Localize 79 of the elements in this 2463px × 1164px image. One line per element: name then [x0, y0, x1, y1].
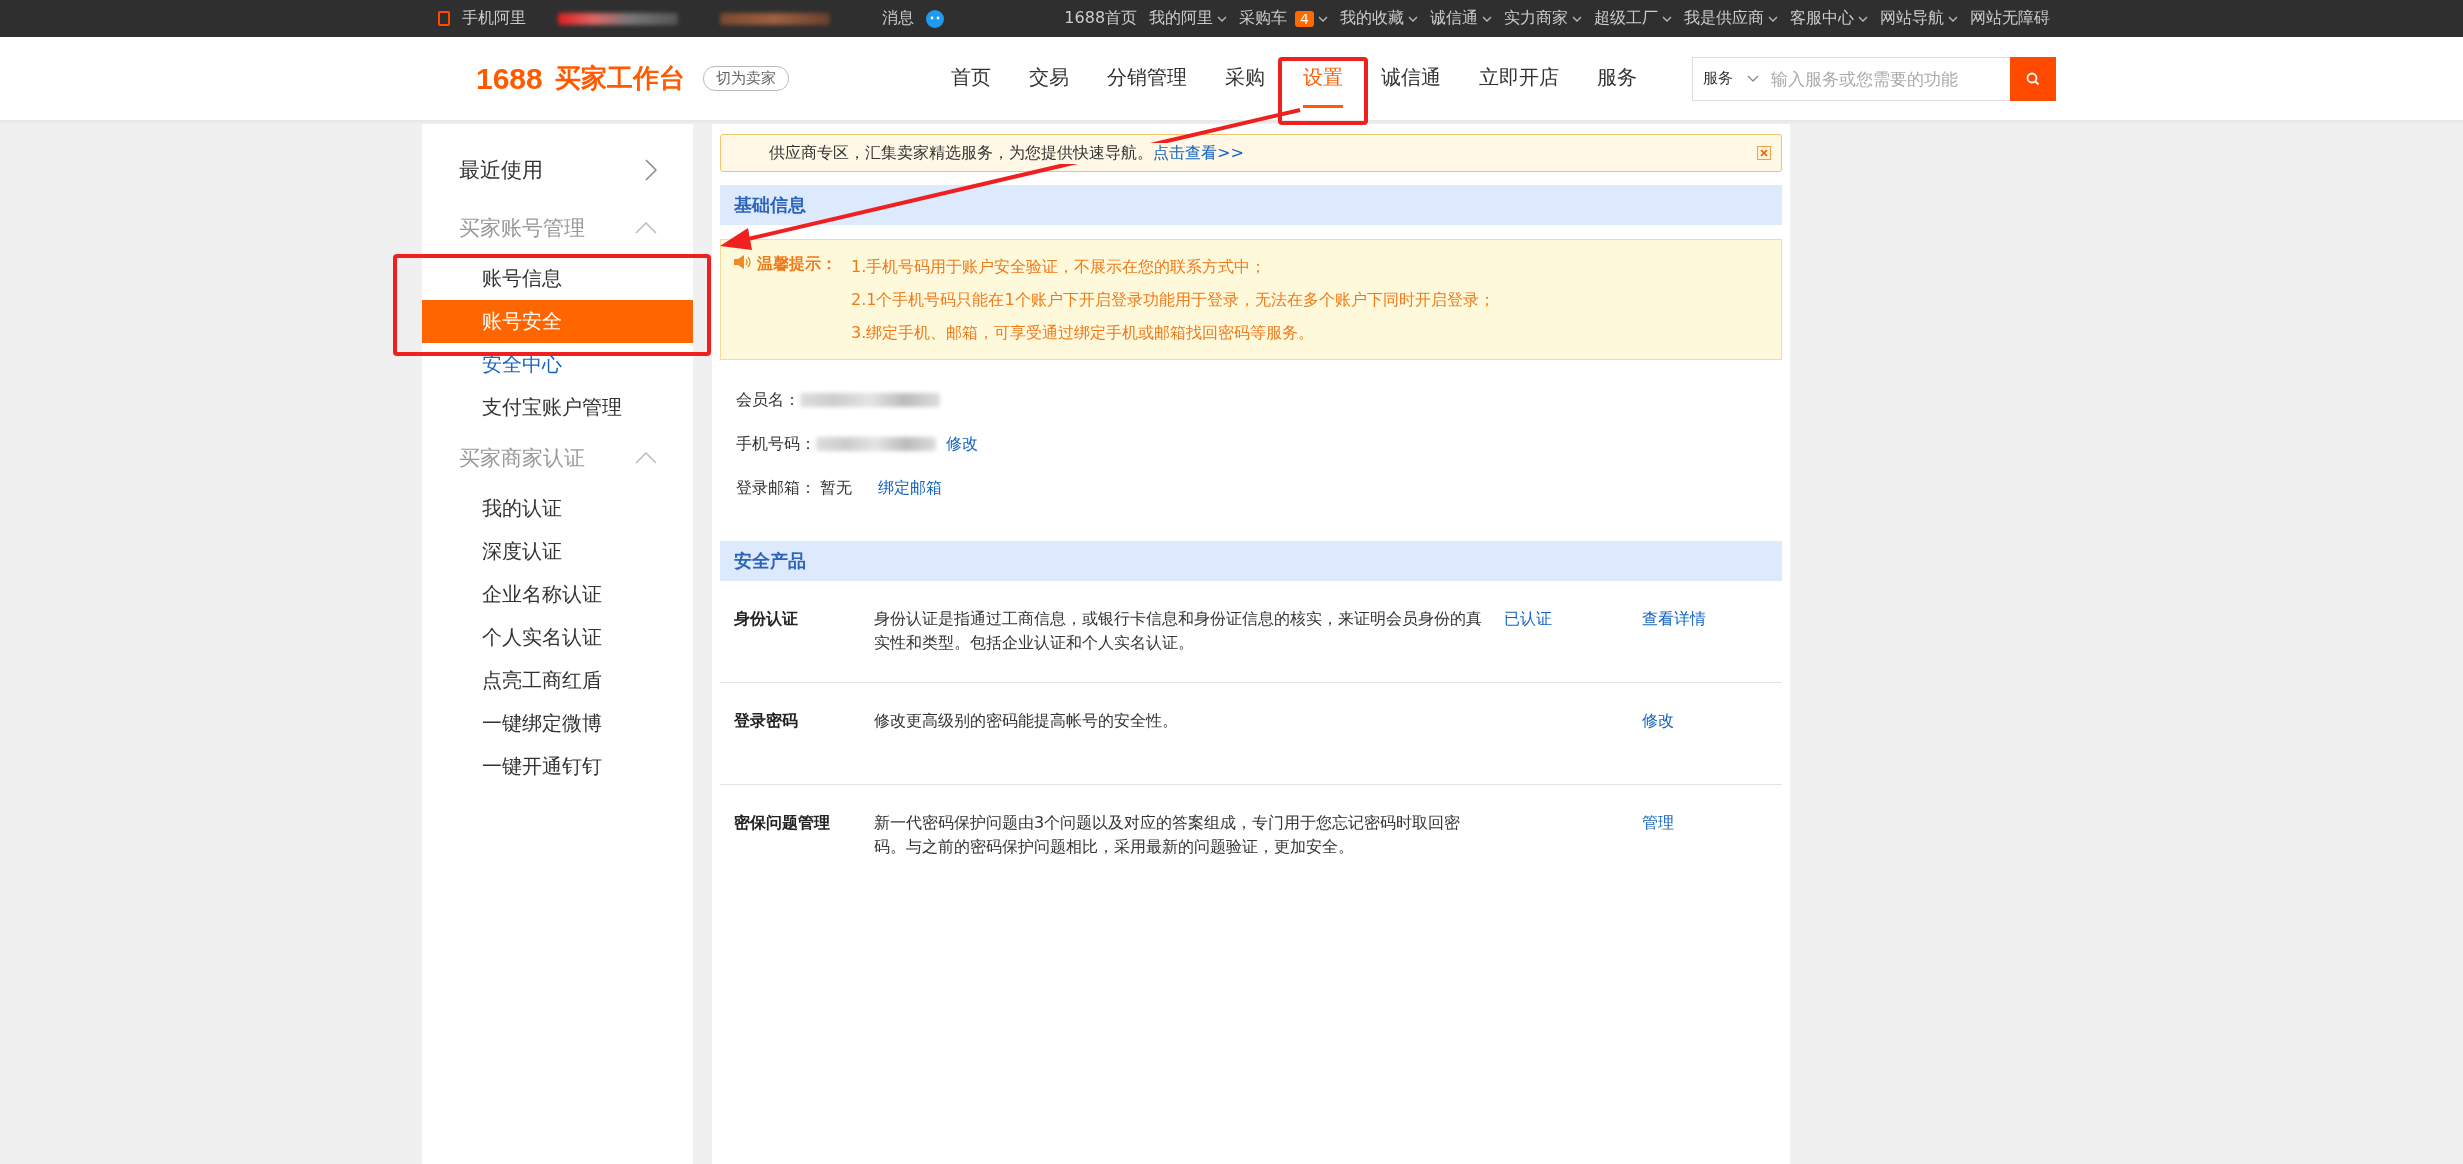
notice-text: 供应商专区，汇集卖家精选服务，为您提供快速导航。点击查看>> [769, 142, 1244, 164]
product-action-link[interactable]: 修改 [1642, 711, 1674, 730]
sidebar-item[interactable]: 点亮工商红盾 [422, 659, 693, 702]
tip-text: 1.手机号码用于账户安全验证，不展示在您的联系方式中； [851, 256, 1268, 278]
search-icon [2025, 70, 2041, 87]
top-nav-link[interactable]: 超级工厂 [1594, 8, 1672, 29]
field-action-link[interactable]: 绑定邮箱 [878, 477, 942, 499]
product-description: 修改更高级别的密码能提高帐号的安全性。 [874, 710, 1179, 732]
close-icon[interactable] [1757, 146, 1771, 160]
nav-tab[interactable]: 采购 [1225, 63, 1265, 108]
field-action-link[interactable]: 修改 [946, 433, 978, 455]
sidebar-item[interactable]: 账号信息 [422, 257, 693, 300]
nav-tab[interactable]: 交易 [1029, 63, 1069, 108]
tip-text: 3.绑定手机、邮箱，可享受通过绑定手机或邮箱找回密码等服务。 [851, 322, 1316, 344]
nav-tab[interactable]: 首页 [951, 63, 991, 108]
chevron-up-icon [635, 222, 657, 234]
top-nav-link[interactable]: 我的阿里 [1149, 8, 1228, 29]
sidebar-item[interactable]: 深度认证 [422, 530, 693, 573]
caret-icon [1217, 14, 1228, 23]
tip-text: 2.1个手机号码只能在1个账户下开启登录功能用于登录，无法在多个账户下同时开启登录； [851, 289, 1495, 311]
top-nav-link[interactable]: 网站导航 [1880, 8, 1958, 29]
nav-tab[interactable]: 诚信通 [1381, 63, 1441, 108]
sidebar-item[interactable]: 企业名称认证 [422, 573, 693, 616]
caret-icon [1768, 14, 1778, 23]
caret-icon [1858, 14, 1868, 23]
caret-icon [1747, 74, 1759, 83]
caret-icon [1948, 14, 1958, 23]
top-nav-link[interactable]: 1688首页 [1064, 8, 1138, 29]
sidebar-item[interactable]: 支付宝账户管理 [422, 386, 693, 429]
nav-tab[interactable]: 服务 [1597, 63, 1637, 108]
field-label: 会员名： [736, 389, 800, 411]
sidebar-item[interactable]: 一键绑定微博 [422, 702, 693, 745]
search-button[interactable] [2010, 56, 2056, 101]
mobile-link[interactable]: 手机阿里 [462, 8, 526, 29]
product-action-link[interactable]: 管理 [1642, 813, 1674, 832]
speaker-icon [733, 254, 751, 270]
workbench-title: 买家工作台 [554, 62, 685, 95]
sidebar-item[interactable]: 个人实名认证 [422, 616, 693, 659]
top-nav-link[interactable]: 实力商家 [1504, 8, 1582, 29]
field-label: 登录邮箱： [736, 477, 816, 499]
top-nav-link[interactable]: 我的收藏 [1340, 8, 1418, 29]
sidebar-item[interactable]: 安全中心 [422, 343, 693, 386]
messages-link[interactable]: 消息 [882, 8, 914, 29]
product-name: 身份认证 [733, 608, 799, 630]
switch-role-button[interactable]: 切为卖家 [702, 66, 789, 91]
sidebar-item[interactable]: 我的认证 [422, 487, 693, 530]
caret-icon [1572, 14, 1582, 23]
section-title: 基础信息 [734, 193, 806, 217]
chat-icon[interactable] [926, 9, 944, 28]
nav-tab[interactable]: 立即开店 [1479, 63, 1559, 108]
caret-icon [1318, 14, 1328, 23]
product-action-link[interactable]: 查看详情 [1642, 609, 1706, 628]
section-title: 安全产品 [734, 549, 806, 573]
field-label: 手机号码： [736, 433, 816, 455]
chevron-up-icon [635, 452, 657, 464]
top-nav-link[interactable]: 采购车 4 [1239, 8, 1328, 29]
product-name: 密保问题管理 [733, 812, 831, 834]
caret-icon [1482, 14, 1492, 23]
status-link[interactable]: 已认证 [1504, 609, 1552, 628]
top-nav-link[interactable]: 诚信通 [1430, 8, 1492, 29]
product-name: 登录密码 [733, 710, 799, 732]
caret-icon [1662, 14, 1672, 23]
chevron-right-icon [645, 159, 657, 181]
cart-count-badge: 4 [1295, 10, 1314, 27]
product-description: 新一代密码保护问题由3个问题以及对应的答案组成，专门用于您忘记密码时取回密码。与之前的密码保护问题相比，采用最新的问题验证，更加安全。 [874, 812, 1462, 858]
top-nav-link[interactable]: 网站无障碍 [1970, 8, 2050, 29]
nav-tab[interactable]: 分销管理 [1107, 63, 1187, 108]
sidebar-item[interactable]: 一键开通钉钉 [422, 745, 693, 788]
search-scope-dropdown[interactable]: 服务 [1693, 69, 1769, 88]
phone-icon [438, 11, 450, 26]
search-field[interactable]: 服务 输入服务或您需要的功能 [1692, 56, 2056, 101]
product-description: 身份认证是指通过工商信息，或银行卡信息和身份证信息的核实，来证明会员身份的真实性和类型。包括企业认证和个人实名认证。 [874, 608, 1483, 654]
caret-icon [1408, 14, 1418, 23]
top-nav-link[interactable]: 我是供应商 [1684, 8, 1778, 29]
sidebar-group[interactable]: 最近使用 [422, 141, 693, 199]
field-value: 暂无 [820, 477, 852, 499]
tip-label: 温馨提示： [757, 254, 837, 275]
top-nav-link[interactable]: 客服中心 [1790, 8, 1868, 29]
view-link[interactable]: 点击查看>> [1153, 142, 1244, 162]
